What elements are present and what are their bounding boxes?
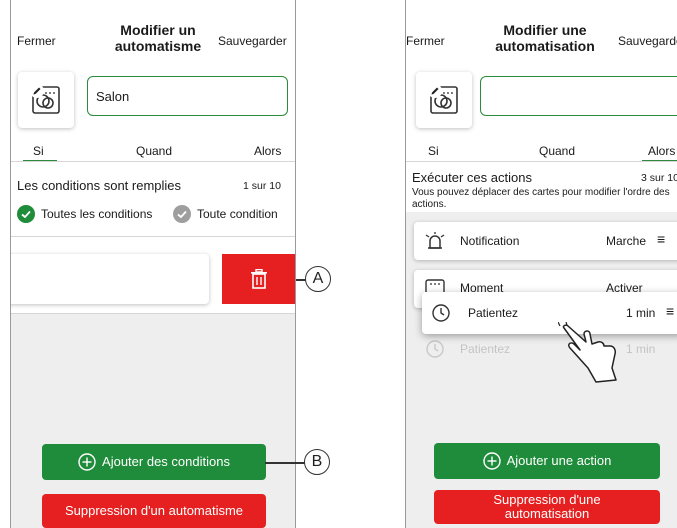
conditions-heading: Les conditions sont remplies	[17, 178, 182, 193]
actions-hint: Vous pouvez déplacer des cartes pour mod…	[412, 187, 670, 210]
tab-si[interactable]: Si	[428, 144, 439, 158]
action-value: Marche	[606, 234, 647, 248]
add-action-label: Ajouter une action	[506, 453, 612, 468]
tab-alors[interactable]: Alors	[254, 144, 281, 158]
actions-heading: Exécuter ces actions	[412, 170, 532, 185]
plus-circle-icon	[482, 452, 501, 470]
check-circle-gray-icon	[173, 205, 191, 223]
callout-b-line	[265, 462, 305, 464]
option-any-label: Toute condition	[197, 207, 278, 221]
title-line-1: Modifier un	[120, 22, 196, 38]
condition-card-swiped[interactable]	[11, 254, 209, 304]
edit-automation-screen: Fermer Modifier un automatisme Sauvegard…	[10, 0, 296, 528]
delete-automation-button[interactable]: Suppression d'une automatisation	[434, 490, 660, 524]
tab-quand[interactable]: Quand	[136, 144, 172, 158]
tabs-divider	[11, 161, 295, 162]
edit-automation-actions-screen: Fermer Modifier une automatisation Sauve…	[405, 0, 677, 528]
pencil-icon	[30, 84, 44, 98]
pencil-icon	[428, 84, 442, 98]
option-all-label: Toutes les conditions	[41, 207, 153, 221]
action-label: Patientez	[460, 342, 511, 356]
close-button[interactable]: Fermer	[406, 34, 445, 48]
action-label: Notification	[460, 234, 520, 248]
callout-a: A	[305, 266, 331, 292]
action-card-placeholder: Patientez 1 min	[414, 330, 677, 368]
clock-icon	[432, 304, 450, 322]
tab-alors[interactable]: Alors	[648, 144, 675, 158]
automation-name-input[interactable]	[480, 76, 677, 116]
add-action-button[interactable]: Ajouter une action	[434, 443, 660, 479]
section-divider	[11, 236, 295, 237]
close-button[interactable]: Fermer	[17, 34, 56, 48]
clock-icon	[426, 340, 444, 358]
drag-handle-icon[interactable]: ≡	[657, 231, 665, 247]
hand-pointer-icon	[558, 322, 617, 383]
page-title: Modifier une automatisation	[486, 22, 604, 54]
delete-automation-label: Suppression d'un automatisme	[64, 503, 244, 518]
drag-handle-icon[interactable]: ≡	[666, 303, 674, 319]
add-conditions-button[interactable]: Ajouter des conditions	[42, 444, 266, 480]
actions-count: 3 sur 10	[641, 172, 677, 184]
conditions-count: 1 sur 10	[243, 180, 281, 192]
plus-circle-icon	[78, 453, 96, 471]
action-value: 1 min	[626, 342, 656, 356]
trash-icon	[251, 269, 267, 289]
callout-b: B	[304, 449, 330, 475]
option-any-condition[interactable]: Toute condition	[173, 205, 278, 223]
alarm-bell-icon	[425, 232, 445, 249]
page-title: Modifier un automatisme	[103, 22, 213, 54]
automation-icon-button[interactable]	[416, 72, 472, 128]
delete-automation-label: Suppression d'une automatisation	[493, 492, 601, 521]
delete-card-button[interactable]	[222, 254, 295, 304]
delete-automation-button[interactable]: Suppression d'un automatisme	[42, 494, 266, 528]
action-card-dragging[interactable]: Patientez 1 min ≡	[422, 292, 677, 334]
automation-icon-button[interactable]	[18, 72, 74, 128]
save-button[interactable]: Sauvegarder	[618, 34, 677, 48]
tab-si[interactable]: Si	[33, 144, 44, 158]
automation-name-input[interactable]	[87, 76, 288, 116]
check-circle-icon	[17, 205, 35, 223]
action-label: Patientez	[468, 306, 519, 320]
add-conditions-label: Ajouter des conditions	[102, 454, 230, 469]
title-line-1: Modifier une	[503, 22, 587, 38]
action-value: 1 min	[626, 306, 656, 320]
title-line-2: automatisation	[495, 38, 595, 54]
save-button[interactable]: Sauvegarder	[218, 34, 287, 48]
tabs-divider	[406, 161, 677, 162]
option-all-conditions[interactable]: Toutes les conditions	[17, 205, 152, 223]
title-line-2: automatisme	[114, 38, 202, 54]
action-card-notification[interactable]: Notification Marche ≡	[414, 222, 677, 260]
tab-quand[interactable]: Quand	[539, 144, 575, 158]
